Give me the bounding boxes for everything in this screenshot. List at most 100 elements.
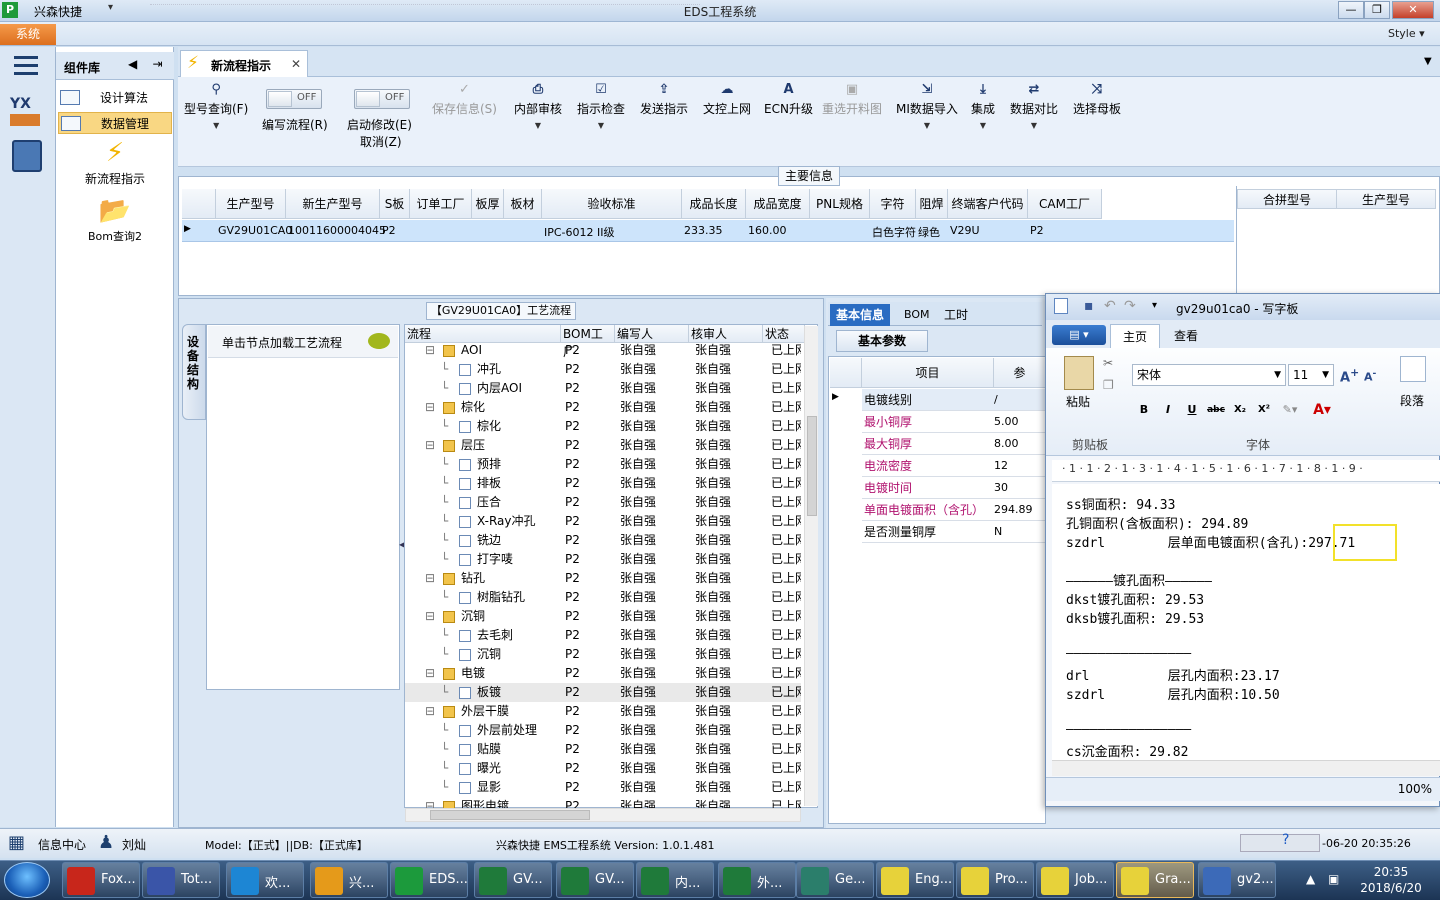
main-col-header[interactable]: 成品宽度 [746, 189, 810, 219]
params-col-item[interactable]: 项目 [862, 358, 994, 388]
main-col-header[interactable]: 板材 [504, 189, 542, 219]
taskbar-item[interactable]: GV... [474, 862, 552, 898]
param-row[interactable]: 最小铜厚 5.00 [862, 411, 1046, 433]
main-col-header[interactable]: 成品长度 [682, 189, 746, 219]
collapse-icon[interactable]: ⊟ [425, 664, 435, 683]
paragraph-icon[interactable] [1400, 356, 1426, 382]
tab-home[interactable]: 主页 [1110, 324, 1161, 348]
tab-work-hours[interactable]: 工时 [938, 304, 974, 326]
bold-icon[interactable]: B [1134, 400, 1154, 420]
merge-model-header[interactable]: 合拼型号 [1237, 189, 1337, 209]
taskbar-item[interactable]: EDS... [390, 862, 468, 898]
mi-data-import-button[interactable]: ⇲ MI数据导入 ▼ [896, 82, 958, 130]
taskbar-item[interactable]: 外... [718, 862, 796, 898]
param-row[interactable]: 是否测量铜厚 N [862, 521, 1046, 543]
info-center-link[interactable]: 信息中心 [38, 836, 86, 853]
network-icon[interactable]: ▣ [1328, 872, 1339, 886]
main-col-header[interactable]: 终端客户代码 [948, 189, 1028, 219]
component-new-process[interactable]: ⚡ 新流程指示 [58, 138, 172, 187]
collapse-icon[interactable]: ⊟ [425, 341, 435, 360]
main-col-header[interactable]: 板厚 [472, 189, 504, 219]
tree-row[interactable]: ⊟ 钻孔 P2 张自强 张自强 已上网 [405, 569, 801, 588]
production-model-header[interactable]: 生产型号 [1336, 189, 1436, 209]
scroll-thumb[interactable] [430, 810, 590, 820]
edit-process-toggle[interactable]: OFF [266, 89, 322, 109]
param-row[interactable]: 电镀线别 / [862, 389, 1046, 411]
model-query-button[interactable]: ⚲ 型号查询(F) ▼ [184, 82, 248, 130]
tab-view[interactable]: 查看 [1162, 324, 1210, 348]
tree-row[interactable]: └ 显影 P2 张自强 张自强 已上网 [405, 778, 801, 797]
start-button[interactable] [4, 862, 50, 898]
integrate-button[interactable]: ⤓ 集成 ▼ [971, 82, 995, 130]
taskbar-item[interactable]: 内... [636, 862, 714, 898]
tree-row[interactable]: ⊟ 层压 P2 张自强 张自强 已上网 [405, 436, 801, 455]
tree-row[interactable]: └ 打字唛 P2 张自强 张自强 已上网 [405, 550, 801, 569]
save-icon[interactable]: ▪ [1084, 298, 1094, 314]
main-col-header[interactable]: 阻焊 [916, 189, 948, 219]
tab-new-process[interactable]: ⚡ 新流程指示 ✕ [180, 50, 308, 77]
tree-row[interactable]: ⊟ 棕化 P2 张自强 张自强 已上网 [405, 398, 801, 417]
doc-control-online-button[interactable]: ☁ 文控上网 [703, 82, 751, 117]
taskbar-item[interactable]: GV... [556, 862, 634, 898]
taskbar-item[interactable]: Fox... [62, 862, 140, 898]
tree-vertical-scrollbar[interactable] [804, 326, 818, 806]
quick-access-dropdown-icon[interactable]: ▾ [1152, 300, 1157, 311]
collapse-icon[interactable]: ⊟ [425, 569, 435, 588]
params-col-value[interactable]: 参 [994, 358, 1046, 388]
collapse-icon[interactable]: ⊟ [425, 398, 435, 417]
main-col-header[interactable]: 验收标准 [542, 189, 682, 219]
subscript-icon[interactable]: X₂ [1230, 400, 1250, 420]
superscript-icon[interactable]: X² [1254, 400, 1274, 420]
main-col-header[interactable]: 新生产型号 [286, 189, 380, 219]
taskbar-item[interactable]: Pro... [956, 862, 1034, 898]
minimize-button[interactable]: — [1338, 1, 1364, 19]
send-instruction-button[interactable]: ⇪ 发送指示 [640, 82, 688, 117]
help-icon[interactable]: ? [1282, 832, 1289, 848]
highlight-color-icon[interactable]: ✎▾ [1280, 400, 1300, 420]
collapse-icon[interactable]: ⊟ [425, 702, 435, 721]
taskbar-item[interactable]: Tot... [142, 862, 220, 898]
shrink-font-icon[interactable]: A- [1364, 368, 1376, 384]
collapse-icon[interactable]: ⊟ [425, 607, 435, 626]
tree-row[interactable]: ⊟ 电镀 P2 张自强 张自强 已上网 [405, 664, 801, 683]
taskbar-item[interactable]: gv2... [1198, 862, 1276, 898]
tree-row[interactable]: ⊟ AOI P2 张自强 张自强 已上网 [405, 341, 801, 360]
main-col-header[interactable]: S板 [380, 189, 410, 219]
scroll-thumb[interactable] [807, 416, 817, 516]
tree-row[interactable]: └ 铣边 P2 张自强 张自强 已上网 [405, 531, 801, 550]
param-row[interactable]: 最大铜厚 8.00 [862, 433, 1046, 455]
tab-basic-params[interactable]: 基本参数 [836, 330, 928, 352]
pin-icon[interactable]: ⇥ [153, 57, 163, 71]
reselect-cutting-button[interactable]: ▣ 重选开料图 [822, 82, 882, 117]
tree-row[interactable]: └ 沉铜 P2 张自强 张自强 已上网 [405, 645, 801, 664]
main-col-header[interactable]: CAM工厂 [1028, 189, 1102, 219]
paste-icon[interactable] [1064, 356, 1094, 390]
param-row[interactable]: 单面电镀面积（含孔） 294.89 [862, 499, 1046, 521]
flag-icon[interactable]: ▲ [1306, 872, 1315, 886]
tree-row[interactable]: ⊟ 沉铜 P2 张自强 张自强 已上网 [405, 607, 801, 626]
tree-row[interactable]: └ 压合 P2 张自强 张自强 已上网 [405, 493, 801, 512]
tree-row[interactable]: └ 树脂钻孔 P2 张自强 张自强 已上网 [405, 588, 801, 607]
grow-font-icon[interactable]: A+ [1340, 366, 1359, 385]
collapse-icon[interactable]: ⊟ [425, 436, 435, 455]
data-compare-button[interactable]: ⇄ 数据对比 ▼ [1010, 82, 1058, 130]
tab-equipment-structure[interactable]: 设备结构 [182, 324, 206, 420]
tree-row[interactable]: └ 冲孔 P2 张自强 张自强 已上网 [405, 360, 801, 379]
wordpad-file-menu-button[interactable]: ▤ ▾ [1052, 325, 1106, 345]
taskbar-item[interactable]: Job... [1036, 862, 1114, 898]
yx-factory-icon[interactable]: YX [10, 96, 44, 130]
tree-row[interactable]: └ 内层AOI P2 张自强 张自强 已上网 [405, 379, 801, 398]
collapse-left-icon[interactable]: ◀ [128, 57, 137, 71]
param-row[interactable]: 电流密度 12 [862, 455, 1046, 477]
paste-label[interactable]: 粘贴 [1066, 393, 1090, 410]
main-col-header[interactable]: 字符 [870, 189, 916, 219]
tree-row[interactable]: └ 贴膜 P2 张自强 张自强 已上网 [405, 740, 801, 759]
copy-icon[interactable]: ❐ [1103, 378, 1114, 392]
main-col-header[interactable]: 生产型号 [216, 189, 286, 219]
tree-row[interactable]: └ 棕化 P2 张自强 张自强 已上网 [405, 417, 801, 436]
save-info-button[interactable]: ✓ 保存信息(S) [432, 82, 497, 117]
system-menu-button[interactable]: 系统 [0, 24, 56, 45]
redo-icon[interactable]: ↷ [1124, 298, 1136, 314]
taskbar-item[interactable]: 兴... [310, 862, 388, 898]
maximize-button[interactable]: ❐ [1364, 1, 1390, 19]
